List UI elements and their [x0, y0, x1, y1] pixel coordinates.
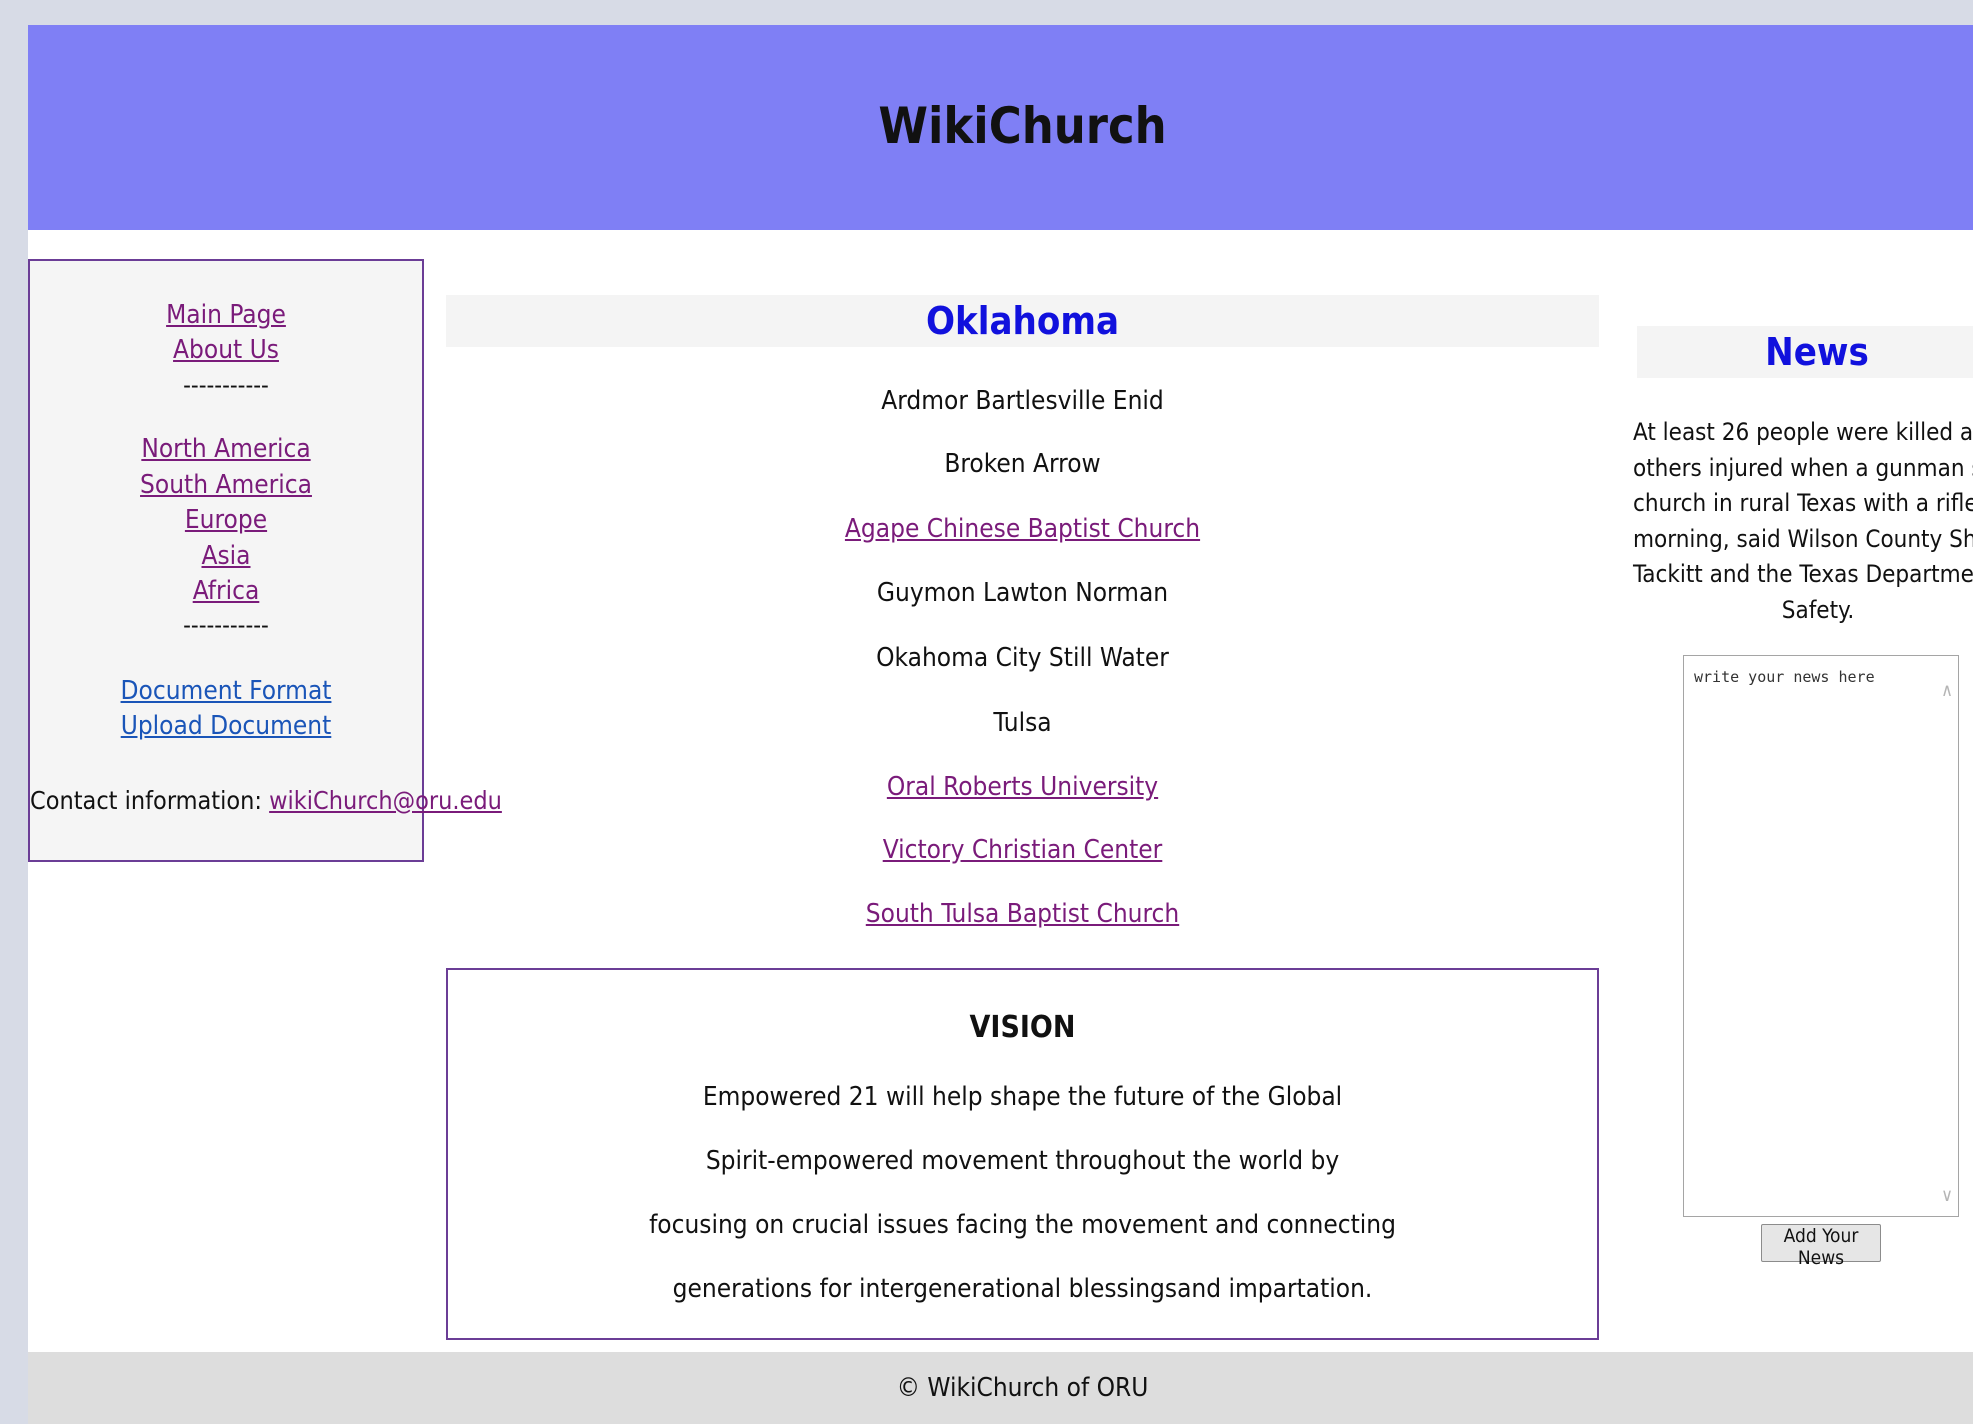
region-title: Oklahoma	[925, 299, 1120, 343]
news-input[interactable]	[1683, 655, 1959, 1217]
city-line: Ardmor Bartlesville Enid	[881, 386, 1164, 416]
vision-line: generations for intergenerational blessi…	[672, 1274, 1373, 1304]
scroll-down-arrow-icon[interactable]: ∨	[1938, 1185, 1956, 1206]
agape-chinese-baptist-church-link[interactable]: Agape Chinese Baptist Church	[845, 514, 1200, 544]
news-article-line: Tackitt and the Texas Department of Publ…	[1633, 560, 1973, 588]
page: WikiChurch Main Page About Us ----------…	[28, 25, 1973, 1424]
north-america-link[interactable]: North America	[141, 434, 310, 464]
upload-document-link[interactable]: Upload Document	[121, 711, 332, 741]
south-america-link[interactable]: South America	[140, 470, 312, 500]
sidebar: Main Page About Us ----------- North Ame…	[28, 259, 502, 862]
vision-box: VISION Empowered 21 will help shape the …	[446, 968, 1599, 1340]
contact-label: Contact information:	[30, 786, 270, 815]
news-article-line: others injured when a gunman stormed a	[1633, 453, 1973, 482]
news-article-line: Safety.	[1781, 595, 1855, 624]
scroll-up-arrow-icon[interactable]: ∧	[1938, 680, 1956, 701]
region-title-bar: Oklahoma	[446, 295, 1599, 347]
news-article: At least 26 people were killed and 20 ot…	[1633, 415, 1973, 628]
footer-copyright: © WikiChurch of ORU	[896, 1373, 1149, 1403]
vision-line: Empowered 21 will help shape the future …	[702, 1082, 1343, 1112]
add-news-button[interactable]: Add Your News	[1761, 1224, 1881, 1269]
vision-line: focusing on crucial issues facing the mo…	[649, 1210, 1396, 1240]
south-tulsa-baptist-church-link[interactable]: South Tulsa Baptist Church	[866, 899, 1179, 929]
news-article-line: church in rural Texas with a rifle this	[1633, 489, 1973, 517]
document-format-link[interactable]: Document Format	[121, 676, 332, 706]
city-line: Okahoma City Still Water	[876, 643, 1169, 673]
city-line: Guymon Lawton Norman	[876, 578, 1169, 608]
main-page-link[interactable]: Main Page	[166, 300, 286, 330]
victory-christian-center-link[interactable]: Victory Christian Center	[883, 835, 1163, 865]
vision-line: Spirit-empowered movement throughout the…	[705, 1146, 1340, 1176]
vision-title: VISION	[969, 1010, 1076, 1045]
europe-link[interactable]: Europe	[185, 505, 267, 535]
news-article-line: morning, said Wilson County Sheriff Joe	[1633, 524, 1973, 553]
asia-link[interactable]: Asia	[201, 541, 250, 571]
site-footer: © WikiChurch of ORU	[28, 1352, 1973, 1424]
about-us-link[interactable]: About Us	[173, 335, 279, 365]
news-title: News	[1765, 330, 1869, 374]
news-article-line: At least 26 people were killed and 20	[1633, 418, 1973, 446]
africa-link[interactable]: Africa	[193, 576, 260, 606]
oral-roberts-university-link[interactable]: Oral Roberts University	[887, 772, 1158, 802]
contact-information: Contact information: wikiChurch@oru.edu	[30, 786, 502, 815]
sidebar-separator: -----------	[183, 371, 269, 399]
city-line: Tulsa	[993, 708, 1052, 738]
site-title: WikiChurch	[878, 97, 1167, 155]
news-title-bar: News	[1637, 326, 1973, 378]
site-header: WikiChurch	[28, 25, 1973, 230]
city-line: Broken Arrow	[944, 449, 1101, 479]
sidebar-separator: -----------	[183, 611, 269, 639]
